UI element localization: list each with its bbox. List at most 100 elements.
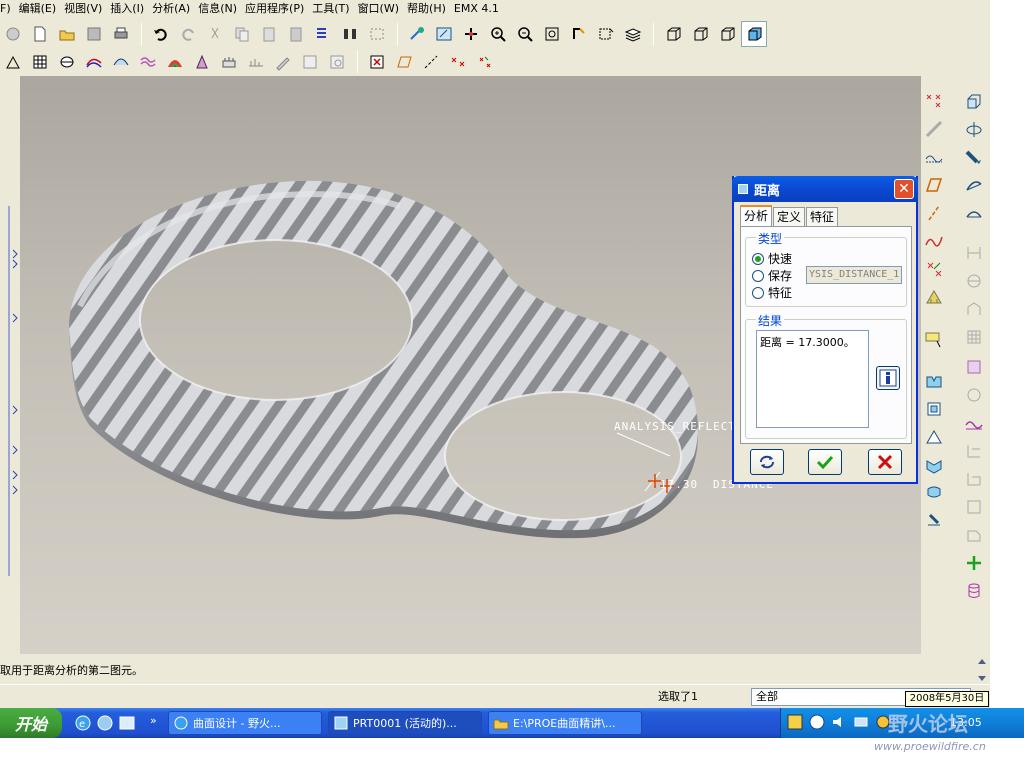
inspect-icon[interactable] (324, 49, 350, 75)
new-file-icon[interactable] (27, 21, 53, 47)
radio-quick[interactable]: 快速 (752, 250, 792, 267)
intersect-icon[interactable] (923, 454, 945, 476)
outlook-icon[interactable] (96, 714, 114, 732)
wireframe-icon[interactable] (660, 21, 686, 47)
menu-view[interactable]: 视图(V) (64, 0, 110, 16)
radio-saved[interactable]: 保存 (752, 267, 792, 284)
project-icon[interactable] (923, 510, 945, 532)
hole-icon[interactable] (963, 242, 985, 264)
merge-icon[interactable] (923, 426, 945, 448)
radio-saved-dot[interactable] (752, 269, 764, 282)
menu-tools[interactable]: 工具(T) (312, 0, 357, 16)
start-button[interactable]: 开始 (0, 708, 62, 738)
shell-icon[interactable] (963, 270, 985, 292)
regenerate-icon[interactable] (310, 21, 336, 47)
datum-display-icon[interactable] (404, 21, 430, 47)
analysis-name-field[interactable]: YSIS_DISTANCE_1 (806, 266, 902, 284)
deviation-icon[interactable] (135, 49, 161, 75)
solidify-icon[interactable] (963, 496, 985, 518)
radio-feature-dot[interactable] (752, 286, 764, 299)
info-button[interactable] (876, 366, 900, 390)
menu-window[interactable]: 窗口(W) (358, 0, 407, 16)
select-box-icon[interactable] (364, 21, 390, 47)
dialog-title-bar[interactable]: 距离 ✕ (732, 176, 918, 202)
zoom-in-icon[interactable] (485, 21, 511, 47)
measure-icon[interactable] (0, 49, 26, 75)
slope-icon[interactable] (216, 49, 242, 75)
hidden-line-icon[interactable] (687, 21, 713, 47)
pattern-icon[interactable] (963, 524, 985, 546)
redo-icon[interactable] (175, 21, 201, 47)
rib-icon[interactable] (963, 298, 985, 320)
wrap-icon[interactable] (923, 482, 945, 504)
undo-icon[interactable] (148, 21, 174, 47)
network-icon[interactable] (853, 714, 869, 730)
find-icon[interactable] (337, 21, 363, 47)
radio-quick-dot[interactable] (752, 252, 764, 265)
task-folder[interactable]: E:\PROE曲面精讲\... (488, 711, 642, 735)
quick-launch-more-icon[interactable]: » (150, 714, 157, 727)
menu-info[interactable]: 信息(N) (198, 0, 245, 16)
paste-special-icon[interactable] (283, 21, 309, 47)
reflection-icon[interactable] (270, 49, 296, 75)
draft-icon[interactable] (963, 326, 985, 348)
csys-icon[interactable] (923, 258, 945, 280)
shading-icon[interactable] (741, 21, 767, 47)
close-analysis-icon[interactable] (364, 49, 390, 75)
mass-properties-icon[interactable] (27, 49, 53, 75)
open-folder-icon[interactable] (54, 21, 80, 47)
radio-feature[interactable]: 特征 (752, 284, 792, 301)
ok-button[interactable] (808, 449, 842, 475)
datum-axis-icon[interactable] (923, 202, 945, 224)
input-method-icon[interactable] (787, 714, 803, 730)
boundary-blend-icon[interactable] (963, 202, 985, 224)
annotation-icon[interactable] (923, 328, 945, 350)
show-desktop-icon[interactable] (118, 714, 136, 732)
offset-icon[interactable] (243, 49, 269, 75)
menu-help[interactable]: 帮助(H) (407, 0, 454, 16)
help-tray-icon[interactable] (809, 714, 825, 730)
datum-axis-toggle-icon[interactable] (418, 49, 444, 75)
shade-analysis-icon[interactable] (162, 49, 188, 75)
refit-icon[interactable] (539, 21, 565, 47)
menu-emx[interactable]: EMX 4.1 (454, 2, 507, 15)
datum-plane-icon[interactable] (923, 174, 945, 196)
sketched-curve-icon[interactable] (923, 118, 945, 140)
offset-feature-icon[interactable] (963, 440, 985, 462)
result-text-area[interactable]: 距离 = 17.3000。 (756, 330, 869, 428)
cancel-button[interactable] (868, 449, 902, 475)
datum-curve-icon[interactable] (923, 230, 945, 252)
style-icon[interactable] (963, 412, 985, 434)
copy-icon[interactable] (229, 21, 255, 47)
curvature-icon[interactable] (108, 49, 134, 75)
tab-feature[interactable]: 特征 (806, 207, 839, 226)
curve-analysis-side-icon[interactable] (923, 146, 945, 168)
draft-analysis-icon[interactable] (189, 49, 215, 75)
thicken-icon[interactable] (963, 468, 985, 490)
volume-icon[interactable] (831, 714, 847, 730)
coordinate-system-toggle-icon[interactable] (472, 49, 498, 75)
round-icon[interactable] (963, 356, 985, 378)
tab-definition[interactable]: 定义 (773, 207, 806, 226)
analysis-feature-icon[interactable] (923, 286, 945, 308)
menu-applications[interactable]: 应用程序(P) (245, 0, 312, 16)
message-scrollbar[interactable] (975, 656, 989, 684)
model-check-icon[interactable] (297, 49, 323, 75)
add-icon[interactable] (963, 552, 985, 574)
zoom-out-icon[interactable] (512, 21, 538, 47)
repaint-icon[interactable] (431, 21, 457, 47)
ie-icon[interactable]: e (74, 714, 92, 732)
chamfer-icon[interactable] (963, 384, 985, 406)
curve-analysis-icon[interactable] (81, 49, 107, 75)
menu-file[interactable]: F) (0, 2, 19, 15)
print-icon[interactable] (108, 21, 134, 47)
extend-icon[interactable] (923, 398, 945, 420)
task-proe[interactable]: PRT0001 (活动的)... (328, 711, 482, 735)
reorient-icon[interactable] (566, 21, 592, 47)
repeat-analysis-button[interactable] (750, 449, 784, 475)
extrude-icon[interactable] (963, 90, 985, 112)
task-browser[interactable]: 曲面设计 - 野火... (168, 711, 322, 735)
warp-icon[interactable] (963, 580, 985, 602)
paste-icon[interactable] (256, 21, 282, 47)
no-hidden-icon[interactable] (714, 21, 740, 47)
